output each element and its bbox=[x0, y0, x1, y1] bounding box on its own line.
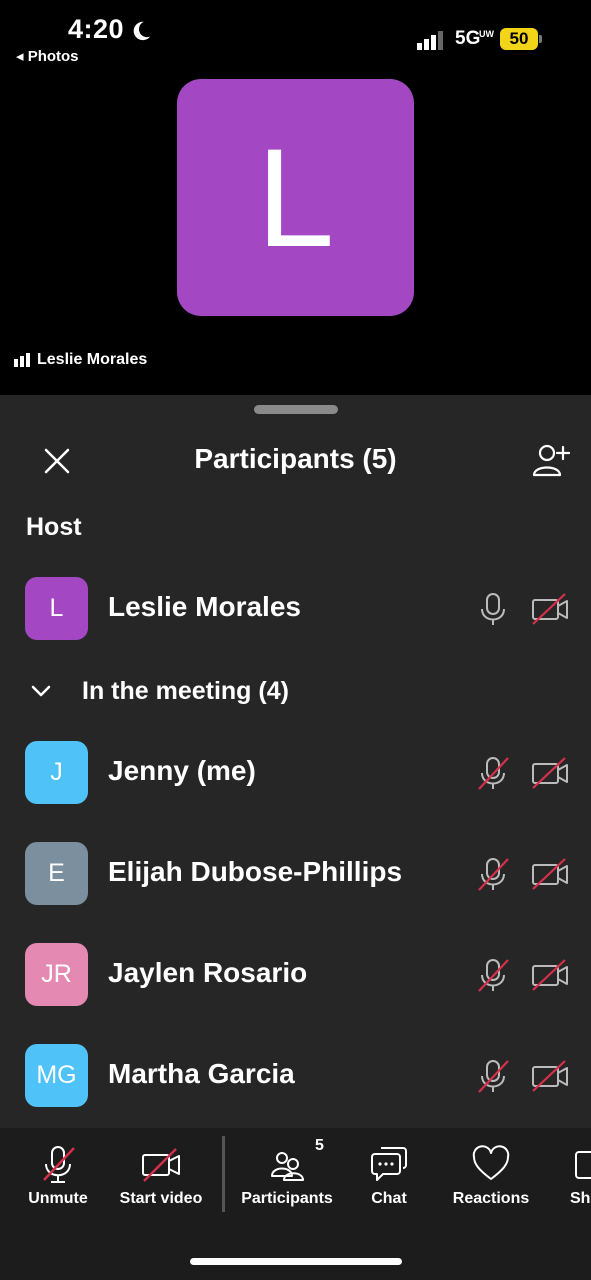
participant-name: Jenny (me) bbox=[108, 755, 256, 786]
participant-row-host[interactable]: L Leslie Morales bbox=[0, 577, 591, 641]
network-type: 5G bbox=[455, 28, 481, 49]
avatar: J bbox=[25, 741, 88, 804]
avatar: MG bbox=[25, 1044, 88, 1107]
video-off-icon bbox=[532, 959, 568, 991]
speaker-name: Leslie Morales bbox=[37, 351, 148, 368]
reactions-button[interactable]: Reactions bbox=[446, 1138, 536, 1218]
video-off-icon bbox=[532, 1060, 568, 1092]
chat-label: Chat bbox=[371, 1190, 407, 1207]
participants-sheet: Participants (5) Host L Leslie Morales I… bbox=[0, 395, 591, 1128]
in-meeting-section-header[interactable]: In the meeting (4) bbox=[0, 675, 591, 709]
avatar: E bbox=[25, 842, 88, 905]
speaker-avatar: L bbox=[177, 79, 414, 316]
microphone-muted-icon bbox=[478, 858, 509, 891]
speaker-label: Leslie Morales bbox=[14, 351, 147, 369]
participant-name: Jaylen Rosario bbox=[108, 957, 308, 988]
sheet-title: Participants (5) bbox=[194, 443, 397, 474]
participants-label: Participants bbox=[241, 1190, 333, 1207]
participant-row[interactable]: JR Jaylen Rosario bbox=[0, 943, 591, 1007]
chat-icon bbox=[371, 1147, 407, 1181]
people-icon bbox=[271, 1152, 304, 1181]
participant-row[interactable]: J Jenny (me) bbox=[0, 741, 591, 805]
moon-icon bbox=[133, 21, 151, 41]
in-meeting-label: In the meeting (4) bbox=[82, 677, 289, 705]
share-button[interactable]: Sh bbox=[566, 1138, 591, 1218]
avatar: JR bbox=[25, 943, 88, 1006]
unmute-label: Unmute bbox=[28, 1190, 88, 1207]
cell-signal-icon bbox=[417, 31, 443, 50]
host-section-header: Host bbox=[26, 513, 82, 541]
status-bar: 4:20 ◂ Photos 5G UW 50 bbox=[0, 0, 591, 70]
video-off-icon bbox=[532, 593, 568, 625]
video-off-icon bbox=[142, 1148, 180, 1182]
microphone-muted-icon bbox=[43, 1146, 75, 1183]
participant-name: Martha Garcia bbox=[108, 1058, 295, 1089]
video-off-icon bbox=[532, 858, 568, 890]
participant-name: Leslie Morales bbox=[108, 591, 301, 622]
unmute-button[interactable]: Unmute bbox=[18, 1138, 98, 1218]
network-subtype: UW bbox=[479, 29, 494, 39]
microphone-muted-icon bbox=[478, 959, 509, 992]
microphone-icon bbox=[481, 593, 505, 625]
chevron-down-icon bbox=[31, 685, 51, 697]
start-video-button[interactable]: Start video bbox=[114, 1138, 208, 1218]
battery-level: 50 bbox=[500, 28, 538, 50]
share-icon bbox=[575, 1151, 591, 1179]
video-off-icon bbox=[532, 757, 568, 789]
audio-level-icon bbox=[14, 353, 30, 367]
battery-tip bbox=[539, 35, 542, 43]
back-to-photos-link[interactable]: ◂ Photos bbox=[16, 47, 79, 65]
active-speaker-video[interactable]: L Leslie Morales bbox=[0, 70, 591, 395]
heart-icon bbox=[472, 1145, 510, 1180]
participant-name: Elijah Dubose-Phillips bbox=[108, 856, 403, 887]
meeting-toolbar: Unmute Start video Participants 5 Chat R… bbox=[0, 1128, 591, 1280]
avatar: L bbox=[25, 577, 88, 640]
share-label: Sh bbox=[570, 1190, 591, 1207]
microphone-muted-icon bbox=[478, 1060, 509, 1093]
start-video-label: Start video bbox=[119, 1190, 203, 1207]
microphone-muted-icon bbox=[478, 757, 509, 790]
clock: 4:20 bbox=[68, 14, 125, 44]
participant-row[interactable]: E Elijah Dubose-Phillips bbox=[0, 842, 591, 906]
chat-button[interactable]: Chat bbox=[360, 1138, 418, 1218]
home-indicator[interactable] bbox=[190, 1258, 402, 1265]
sheet-drag-handle[interactable] bbox=[254, 405, 338, 414]
participants-count-badge: 5 bbox=[315, 1137, 324, 1154]
reactions-label: Reactions bbox=[452, 1190, 530, 1207]
add-participant-icon[interactable] bbox=[530, 441, 570, 479]
toolbar-divider bbox=[222, 1136, 225, 1212]
participant-row[interactable]: MG Martha Garcia bbox=[0, 1044, 591, 1108]
